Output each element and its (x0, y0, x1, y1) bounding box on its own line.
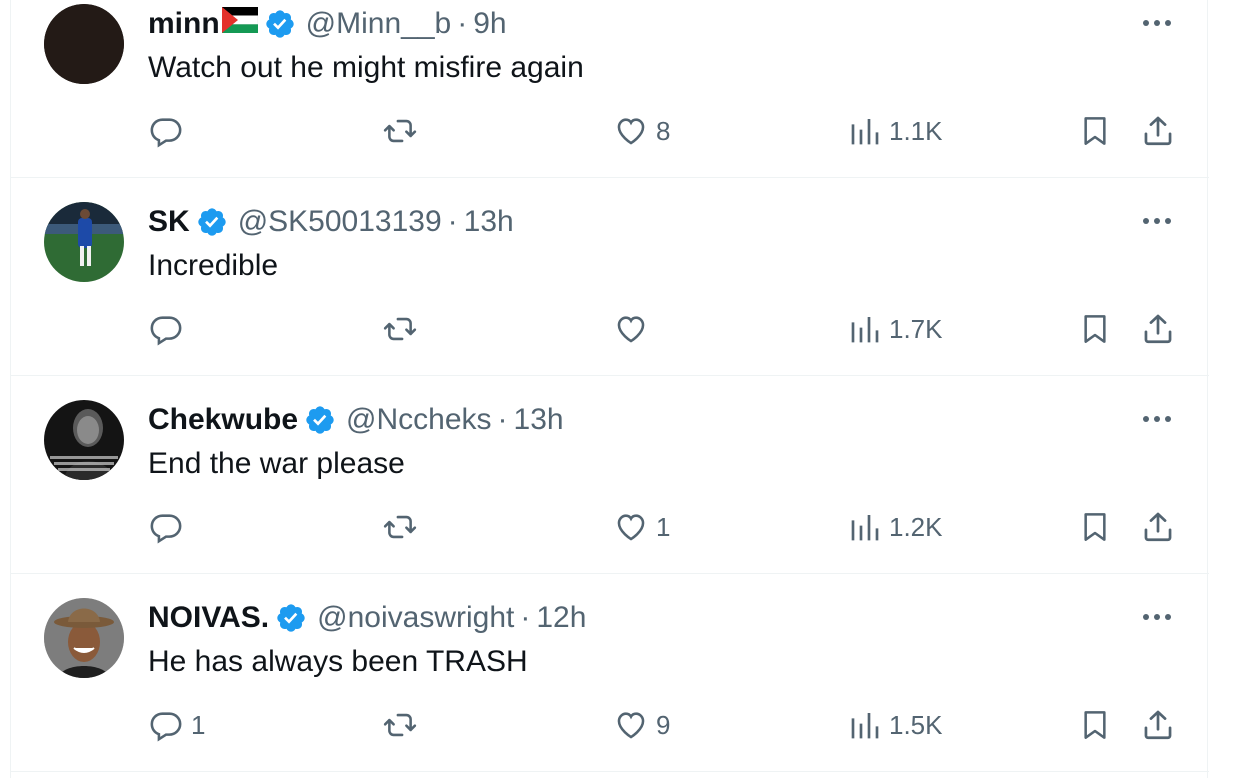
retweet-button[interactable] (382, 507, 426, 547)
tweet[interactable]: Chekwube @Nccheks · 13h End the war plea… (11, 376, 1209, 574)
like-button[interactable]: 8 (614, 111, 670, 151)
palestine-flag-icon (221, 4, 258, 44)
heart-icon (614, 312, 648, 346)
view-count: 1.7K (889, 313, 943, 344)
share-button[interactable] (1141, 507, 1175, 547)
share-icon (1141, 114, 1175, 148)
view-count: 1.2K (889, 511, 943, 542)
share-icon (1141, 312, 1175, 346)
bookmark-button[interactable] (1079, 309, 1111, 349)
share-icon (1141, 708, 1175, 742)
timestamp[interactable]: 13h (514, 400, 564, 440)
retweet-icon (382, 312, 418, 346)
handle[interactable]: @Nccheks (346, 400, 492, 440)
bookmark-icon (1079, 312, 1111, 346)
tweet-text: End the war please (148, 447, 405, 480)
share-button[interactable] (1141, 111, 1175, 151)
analytics-icon (849, 709, 881, 741)
view-count: 1.5K (889, 709, 943, 740)
display-name[interactable]: NOIVAS. (148, 598, 269, 638)
bookmark-button[interactable] (1079, 111, 1111, 151)
tweet-header: minn @Minn__b · 9h (148, 4, 507, 44)
display-name[interactable]: SK (148, 202, 190, 242)
tweet-header: NOIVAS. @noivaswright · 12h (148, 598, 586, 638)
views-button[interactable]: 1.1K (849, 111, 943, 151)
retweet-icon (382, 708, 418, 742)
tweet[interactable]: minn @Minn__b · 9h Watch out he might mi… (11, 0, 1209, 178)
more-options-icon[interactable] (1139, 401, 1175, 437)
views-button[interactable]: 1.7K (849, 309, 943, 349)
heart-icon (614, 708, 648, 742)
verified-badge-icon[interactable] (304, 404, 336, 436)
timestamp[interactable]: 13h (464, 202, 514, 242)
like-count: 1 (656, 511, 671, 542)
views-button[interactable]: 1.2K (849, 507, 943, 547)
reply-button[interactable]: 1 (149, 705, 205, 745)
avatar[interactable] (44, 598, 124, 678)
heart-icon (614, 510, 648, 544)
more-options-icon[interactable] (1139, 5, 1175, 41)
handle[interactable]: @noivaswright (317, 598, 514, 638)
tweet[interactable]: SK @SK50013139 · 13h Incredible 1.7K (11, 178, 1209, 376)
bookmark-button[interactable] (1079, 705, 1111, 745)
reply-icon (149, 312, 183, 346)
tweet-text: Incredible (148, 249, 279, 282)
more-options-icon[interactable] (1139, 203, 1175, 239)
retweet-button[interactable] (382, 111, 426, 151)
tweet-text: He has always been TRASH (148, 645, 528, 678)
handle[interactable]: @Minn__b (306, 4, 452, 44)
reply-count: 1 (191, 709, 206, 740)
separator-dot: · (457, 7, 468, 40)
like-button[interactable]: 1 (614, 507, 670, 547)
timestamp[interactable]: 12h (536, 598, 586, 638)
reply-icon (149, 708, 183, 742)
like-count: 8 (656, 115, 671, 146)
retweet-button[interactable] (382, 705, 426, 745)
bookmark-icon (1079, 114, 1111, 148)
analytics-icon (849, 313, 881, 345)
tweet-header: Chekwube @Nccheks · 13h (148, 400, 564, 440)
analytics-icon (849, 115, 881, 147)
reply-button[interactable] (149, 507, 191, 547)
display-name[interactable]: minn (148, 4, 220, 44)
view-count: 1.1K (889, 115, 943, 146)
share-button[interactable] (1141, 705, 1175, 745)
tweet-text: Watch out he might misfire again (148, 51, 584, 84)
separator-dot: · (520, 601, 531, 634)
retweet-icon (382, 114, 418, 148)
tweet-header: SK @SK50013139 · 13h (148, 202, 514, 242)
like-button[interactable]: 9 (614, 705, 670, 745)
share-button[interactable] (1141, 309, 1175, 349)
reply-button[interactable] (149, 309, 191, 349)
avatar[interactable] (44, 4, 124, 84)
bookmark-icon (1079, 510, 1111, 544)
verified-badge-icon[interactable] (264, 8, 296, 40)
tweet[interactable]: NOIVAS. @noivaswright · 12h He has alway… (11, 574, 1209, 772)
verified-badge-icon[interactable] (196, 206, 228, 238)
like-count: 9 (656, 709, 671, 740)
avatar[interactable] (44, 400, 124, 480)
retweet-button[interactable] (382, 309, 426, 349)
avatar[interactable] (44, 202, 124, 282)
analytics-icon (849, 511, 881, 543)
separator-dot: · (447, 205, 458, 238)
separator-dot: · (497, 403, 508, 436)
retweet-icon (382, 510, 418, 544)
share-icon (1141, 510, 1175, 544)
bookmark-icon (1079, 708, 1111, 742)
reply-button[interactable] (149, 111, 191, 151)
verified-badge-icon[interactable] (275, 602, 307, 634)
heart-icon (614, 114, 648, 148)
timestamp[interactable]: 9h (473, 4, 506, 44)
views-button[interactable]: 1.5K (849, 705, 943, 745)
more-options-icon[interactable] (1139, 599, 1175, 635)
reply-icon (149, 510, 183, 544)
reply-feed: minn @Minn__b · 9h Watch out he might mi… (10, 0, 1209, 778)
bookmark-button[interactable] (1079, 507, 1111, 547)
display-name[interactable]: Chekwube (148, 400, 298, 440)
like-button[interactable] (614, 309, 656, 349)
reply-icon (149, 114, 183, 148)
handle[interactable]: @SK50013139 (238, 202, 442, 242)
